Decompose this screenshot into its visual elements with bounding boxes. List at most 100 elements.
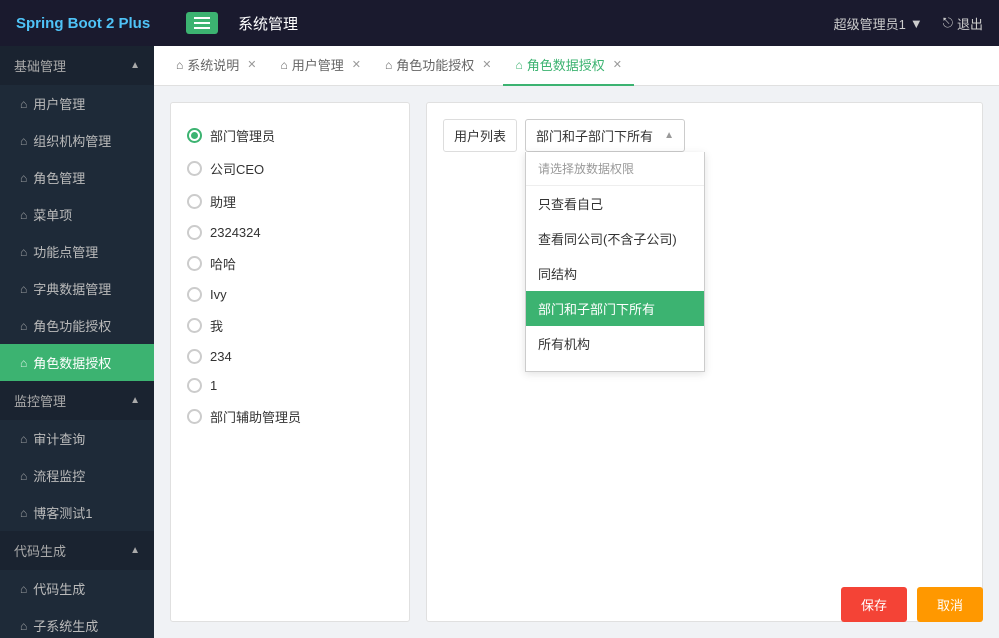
- radio-ivy[interactable]: Ivy: [187, 280, 393, 309]
- home-icon: ⌂: [515, 58, 522, 72]
- header: Spring Boot 2 Plus 系统管理 超级管理员1 ▼ ⎋ 退出: [0, 0, 999, 46]
- chevron-up-icon: ▲: [130, 395, 140, 406]
- radio-haha[interactable]: 哈哈: [187, 247, 393, 280]
- radio-label: 部门管理员: [210, 126, 275, 145]
- home-icon: ⌂: [20, 171, 27, 185]
- dropdown-menu: 请选择放数据权限 只查看自己 查看同公司(不含子公司) 同结构 部门和子部门下所…: [525, 152, 705, 372]
- home-icon: ⌂: [20, 97, 27, 111]
- radio-label: 234: [210, 349, 232, 364]
- dropdown-option-dept-all[interactable]: 部门和子部门下所有: [526, 291, 704, 326]
- home-icon: ⌂: [20, 319, 27, 333]
- home-icon: ⌂: [280, 58, 287, 72]
- sidebar-item-func-mgmt[interactable]: ⌂ 功能点管理: [0, 233, 154, 270]
- radio-1[interactable]: 1: [187, 371, 393, 400]
- logout-button[interactable]: ⎋ 退出: [943, 14, 983, 33]
- sidebar-item-label: 子系统生成: [33, 616, 98, 635]
- dropdown-option-all-org[interactable]: 所有机构: [526, 326, 704, 361]
- data-permission-dropdown[interactable]: 部门和子部门下所有 ▲ 请选择放数据权限 只查看自己 查看同公司(不含子公司) …: [525, 119, 685, 152]
- home-icon: ⌂: [385, 58, 392, 72]
- radio-assistant[interactable]: 助理: [187, 185, 393, 218]
- sidebar-item-role-func[interactable]: ⌂ 角色功能授权: [0, 307, 154, 344]
- sidebar-item-label: 菜单项: [33, 205, 72, 224]
- panel-header: 用户列表 部门和子部门下所有 ▲ 请选择放数据权限 只查看自己 查看同公司(不含…: [443, 119, 966, 152]
- chevron-up-icon: ▲: [130, 545, 140, 556]
- radio-label: 助理: [210, 192, 236, 211]
- sidebar-item-dict-mgmt[interactable]: ⌂ 字典数据管理: [0, 270, 154, 307]
- sidebar-item-role-mgmt[interactable]: ⌂ 角色管理: [0, 159, 154, 196]
- page-title: 系统管理: [238, 13, 834, 34]
- sidebar-item-label: 审计查询: [33, 429, 85, 448]
- user-menu-button[interactable]: 超级管理员1 ▼: [834, 14, 923, 33]
- sidebar-item-label: 博客测试1: [33, 503, 92, 522]
- tab-close-icon[interactable]: ✕: [482, 58, 491, 71]
- main-content: ⌂ 系统说明 ✕ ⌂ 用户管理 ✕ ⌂ 角色功能授权 ✕ ⌂ 角色数据授权 ✕: [154, 46, 999, 638]
- sidebar-group-monitor[interactable]: 监控管理 ▲: [0, 381, 154, 420]
- tab-sys-intro[interactable]: ⌂ 系统说明 ✕: [164, 46, 268, 86]
- tab-close-icon[interactable]: ✕: [247, 58, 256, 71]
- dropdown-option-group-all[interactable]: 集团下所有: [526, 361, 704, 372]
- home-icon: ⌂: [20, 245, 27, 259]
- sidebar-item-label: 字典数据管理: [33, 279, 111, 298]
- tab-close-icon[interactable]: ✕: [352, 58, 361, 71]
- dropdown-placeholder: 请选择放数据权限: [526, 152, 704, 186]
- cancel-button[interactable]: 取消: [917, 587, 983, 622]
- radio-dept-admin[interactable]: 部门管理员: [187, 119, 393, 152]
- radio-label: 公司CEO: [210, 159, 264, 178]
- dropdown-option-same-struct[interactable]: 同结构: [526, 256, 704, 291]
- content-area: 部门管理员 公司CEO 助理 2324324 哈哈: [154, 86, 999, 638]
- save-button[interactable]: 保存: [841, 587, 907, 622]
- logout-icon: ⎋: [943, 15, 953, 31]
- radio-indicator: [187, 225, 202, 240]
- home-icon: ⌂: [20, 282, 27, 296]
- menu-toggle-button[interactable]: [186, 12, 218, 34]
- sidebar-group-monitor-label: 监控管理: [14, 391, 66, 410]
- chevron-up-icon: ▲: [130, 60, 140, 71]
- tab-role-data[interactable]: ⌂ 角色数据授权 ✕: [503, 46, 633, 86]
- radio-label: 我: [210, 316, 223, 335]
- radio-2324324[interactable]: 2324324: [187, 218, 393, 247]
- dropdown-option-self[interactable]: 只查看自己: [526, 186, 704, 221]
- sidebar-item-menu-mgmt[interactable]: ⌂ 菜单项: [0, 196, 154, 233]
- sidebar-item-role-data[interactable]: ⌂ 角色数据授权: [0, 344, 154, 381]
- sidebar-item-org-mgmt[interactable]: ⌂ 组织机构管理: [0, 122, 154, 159]
- sidebar-item-user-mgmt[interactable]: ⌂ 用户管理: [0, 85, 154, 122]
- dropdown-trigger-button[interactable]: 部门和子部门下所有 ▲: [525, 119, 685, 152]
- sidebar-item-label: 组织机构管理: [33, 131, 111, 150]
- sidebar-group-codegen[interactable]: 代码生成 ▲: [0, 531, 154, 570]
- tab-user-mgmt[interactable]: ⌂ 用户管理 ✕: [268, 46, 372, 86]
- home-icon: ⌂: [20, 356, 27, 370]
- tab-label: 系统说明: [187, 55, 239, 74]
- radio-indicator: [187, 287, 202, 302]
- tab-close-icon[interactable]: ✕: [613, 58, 622, 71]
- sidebar-group-basic[interactable]: 基础管理 ▲: [0, 46, 154, 85]
- radio-label: 部门辅助管理员: [210, 407, 301, 426]
- sidebar-group-codegen-label: 代码生成: [14, 541, 66, 560]
- sidebar-item-label: 用户管理: [33, 94, 85, 113]
- radio-label: Ivy: [210, 287, 227, 302]
- dropdown-option-company[interactable]: 查看同公司(不含子公司): [526, 221, 704, 256]
- home-icon: ⌂: [20, 134, 27, 148]
- home-icon: ⌂: [20, 619, 27, 633]
- sidebar-item-flow[interactable]: ⌂ 流程监控: [0, 457, 154, 494]
- sidebar-item-label: 功能点管理: [33, 242, 98, 261]
- sidebar-item-code-gen[interactable]: ⌂ 代码生成: [0, 570, 154, 607]
- user-label: 超级管理员1: [834, 14, 906, 33]
- sidebar-item-sub-gen[interactable]: ⌂ 子系统生成: [0, 607, 154, 638]
- header-right: 超级管理员1 ▼ ⎋ 退出: [834, 14, 983, 33]
- sidebar-item-audit[interactable]: ⌂ 审计查询: [0, 420, 154, 457]
- radio-ceo[interactable]: 公司CEO: [187, 152, 393, 185]
- tab-role-func[interactable]: ⌂ 角色功能授权 ✕: [373, 46, 503, 86]
- radio-me[interactable]: 我: [187, 309, 393, 342]
- home-icon: ⌂: [176, 58, 183, 72]
- tab-bar: ⌂ 系统说明 ✕ ⌂ 用户管理 ✕ ⌂ 角色功能授权 ✕ ⌂ 角色数据授权 ✕: [154, 46, 999, 86]
- radio-indicator: [187, 161, 202, 176]
- sidebar-group-basic-label: 基础管理: [14, 56, 66, 75]
- sidebar-item-label: 角色数据授权: [33, 353, 111, 372]
- tab-label: 角色功能授权: [396, 55, 474, 74]
- radio-234[interactable]: 234: [187, 342, 393, 371]
- radio-indicator: [187, 128, 202, 143]
- home-icon: ⌂: [20, 208, 27, 222]
- radio-dept-assist[interactable]: 部门辅助管理员: [187, 400, 393, 433]
- data-permission-panel: 用户列表 部门和子部门下所有 ▲ 请选择放数据权限 只查看自己 查看同公司(不含…: [426, 102, 983, 622]
- sidebar-item-test[interactable]: ⌂ 博客测试1: [0, 494, 154, 531]
